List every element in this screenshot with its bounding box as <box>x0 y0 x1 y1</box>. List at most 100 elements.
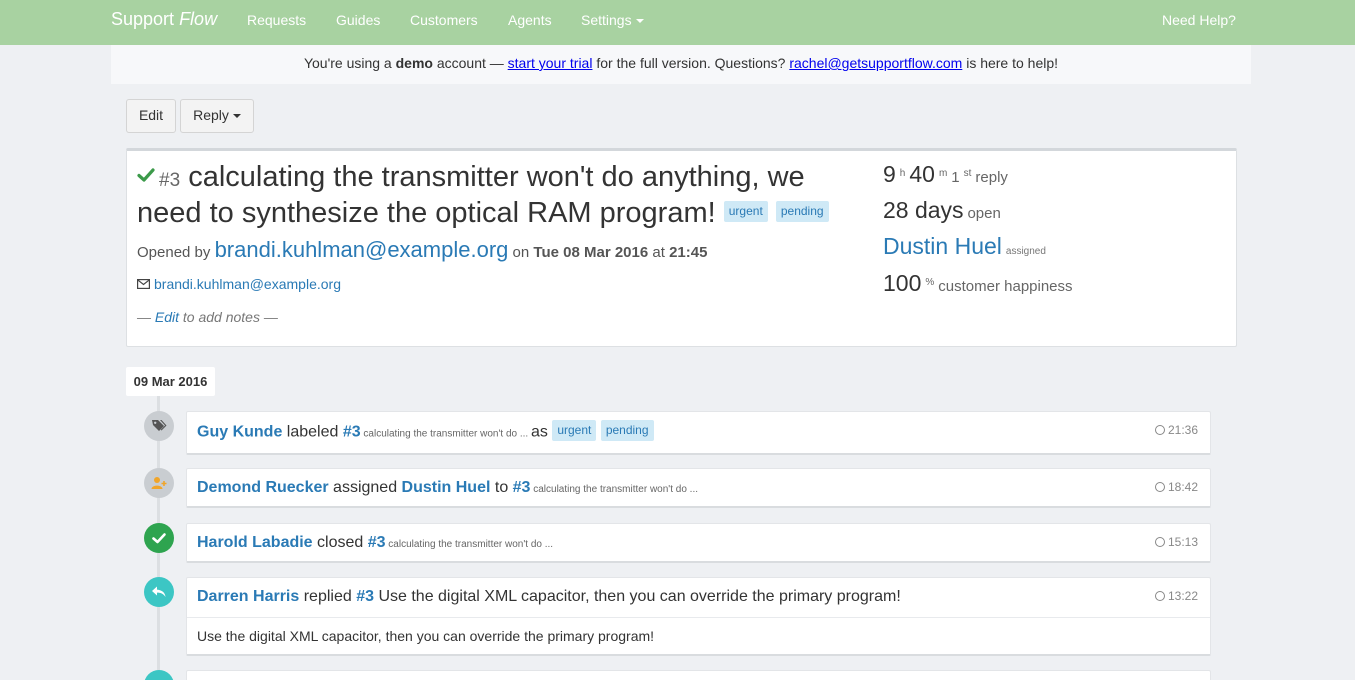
minutes-unit: m <box>938 168 948 180</box>
event-ticket-link[interactable]: #3 <box>356 588 374 605</box>
label-urgent[interactable]: urgent <box>723 200 768 222</box>
event-actor-link[interactable]: Demond Ruecker <box>197 479 329 496</box>
demo-text-4: is here to help! <box>962 55 1059 71</box>
event-ticket-link[interactable]: #3 <box>513 479 531 496</box>
event-verb: labeled <box>282 423 343 441</box>
event-time-text: 15:13 <box>1167 535 1198 549</box>
edit-notes-link[interactable]: Edit <box>155 309 179 325</box>
event-excerpt: calculating the transmitter won't do ... <box>530 484 698 495</box>
happiness-label: customer happiness <box>938 278 1073 295</box>
demo-text-3: for the full version. Questions? <box>592 55 790 71</box>
brand-main: Support <box>111 9 175 29</box>
tag-event-icon <box>144 411 174 441</box>
demo-text-2: account — <box>432 55 508 71</box>
percent-unit: % <box>925 277 935 289</box>
event-ticket-link[interactable]: #3 <box>343 424 361 441</box>
nav-agents[interactable]: Agents <box>508 12 552 28</box>
nav-guides[interactable]: Guides <box>336 12 380 28</box>
on-label: on <box>508 244 534 261</box>
first-reply-stat: 9 h 40 m 1st reply <box>883 161 1008 188</box>
event-actor-link[interactable]: Guy Kunde <box>197 424 282 441</box>
envelope-icon <box>137 279 150 290</box>
opened-by-label: Opened by <box>137 244 215 261</box>
ticket-title: #3 calculating the transmitter won't do … <box>137 161 857 230</box>
event-actor-link[interactable]: Harold Labadie <box>197 534 313 551</box>
nav-customers[interactable]: Customers <box>410 12 478 28</box>
happiness-value: 100 <box>883 270 922 296</box>
event-actor-link[interactable]: Darren Harris <box>197 588 299 605</box>
event-time-text: 13:22 <box>1167 589 1198 603</box>
ticket-number: #3 <box>159 170 181 191</box>
assignee-link[interactable]: Dustin Huel <box>883 233 1002 259</box>
event-assignee-link[interactable]: Dustin Huel <box>402 479 491 496</box>
opened-line: Opened by brandi.kuhlman@example.org on … <box>137 237 707 263</box>
reply-label: reply <box>975 169 1008 186</box>
event-time: 13:22 <box>1154 589 1198 603</box>
demo-text-1: You're using a <box>303 55 396 71</box>
hours-unit: h <box>899 168 906 180</box>
check-icon <box>137 168 155 182</box>
opened-date: Tue 08 Mar 2016 <box>533 244 649 261</box>
clock-icon <box>1154 590 1165 601</box>
happiness-stat: 100% customer happiness <box>883 270 1073 297</box>
need-help-link[interactable]: Need Help? <box>1162 12 1236 28</box>
reply-minutes: 40 <box>909 161 935 187</box>
timeline-event-partial <box>186 670 1211 680</box>
label-pending[interactable]: pending <box>600 420 654 441</box>
assign-event-icon <box>144 468 174 498</box>
timeline-date: 09 Mar 2016 <box>126 367 215 396</box>
tags-icon <box>152 420 167 431</box>
event-verb: replied <box>299 588 357 605</box>
event-time-text: 21:36 <box>1167 423 1198 437</box>
event-headline: Darren Harris replied #3 Use the digital… <box>197 588 901 606</box>
nav-settings[interactable]: Settings <box>581 12 644 28</box>
edit-button[interactable]: Edit <box>126 99 176 133</box>
nav-requests[interactable]: Requests <box>247 12 306 28</box>
timeline-event-replied: Darren Harris replied #3 Use the digital… <box>186 577 1211 656</box>
reply-event-icon <box>144 670 174 680</box>
timeline-event-labeled: Guy Kunde labeled #3 calculating the tra… <box>186 411 1211 455</box>
event-time-text: 18:42 <box>1167 480 1198 494</box>
event-verb: assigned <box>328 479 402 496</box>
demo-text-bold: demo <box>395 55 433 71</box>
check-icon <box>152 533 166 544</box>
timeline-event-closed: Harold Labadie closed #3 calculating the… <box>186 523 1211 563</box>
requester-link[interactable]: brandi.kuhlman@example.org <box>215 237 509 262</box>
event-headline: Harold Labadie closed #3 calculating the… <box>197 534 553 552</box>
reply-button[interactable]: Reply <box>180 99 254 133</box>
event-time: 15:13 <box>1154 535 1198 549</box>
ticket-title-text: calculating the transmitter won't do any… <box>137 161 805 229</box>
clock-icon <box>1154 536 1165 547</box>
notes-prefix: — <box>137 309 155 325</box>
ticket-card: #3 calculating the transmitter won't do … <box>126 148 1237 347</box>
label-pending[interactable]: pending <box>775 200 829 222</box>
requester-email-link[interactable]: brandi.kuhlman@example.org <box>137 276 341 292</box>
notes-line: — Edit to add notes — <box>137 309 278 325</box>
first-number: 1 <box>951 169 960 186</box>
chevron-down-icon <box>232 114 241 119</box>
event-headline: Guy Kunde labeled #3 calculating the tra… <box>197 420 654 443</box>
event-to: to <box>490 479 513 496</box>
reply-body: Use the digital XML capacitor, then you … <box>187 617 1210 654</box>
event-excerpt: calculating the transmitter won't do ... <box>360 428 531 440</box>
support-email-link[interactable]: rachel@getsupportflow.com <box>789 55 962 71</box>
at-label: at <box>648 244 670 261</box>
event-ticket-link[interactable]: #3 <box>368 534 386 551</box>
label-urgent[interactable]: urgent <box>552 420 597 441</box>
assigned-label: assigned <box>1005 246 1046 257</box>
event-verb: closed <box>312 534 368 551</box>
event-reply-summary: Use the digital XML capacitor, then you … <box>374 588 901 605</box>
opened-time: 21:45 <box>669 244 708 261</box>
event-headline: Demond Ruecker assigned Dustin Huel to #… <box>197 479 698 497</box>
event-time: 21:36 <box>1154 423 1198 437</box>
reply-icon <box>152 586 166 597</box>
brand-italic: Flow <box>179 9 218 29</box>
reply-button-label: Reply <box>193 107 229 123</box>
nav-settings-label: Settings <box>581 12 632 28</box>
navbar: Support Flow Requests Guides Customers A… <box>0 0 1355 45</box>
clock-icon <box>1154 424 1165 435</box>
brand-logo[interactable]: Support Flow <box>111 9 217 30</box>
start-trial-link[interactable]: start your trial <box>508 55 593 71</box>
open-label: open <box>967 205 1001 222</box>
event-as: as <box>530 423 548 441</box>
